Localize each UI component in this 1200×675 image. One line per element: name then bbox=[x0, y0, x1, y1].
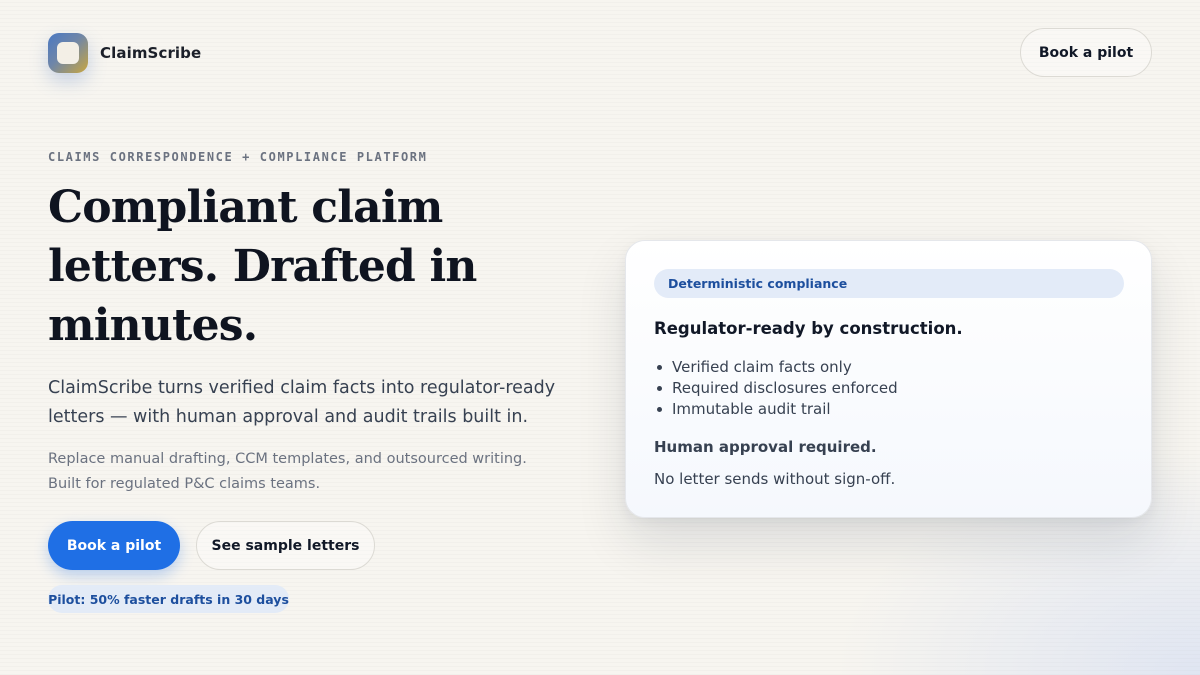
see-sample-letters-button[interactable]: See sample letters bbox=[196, 521, 375, 570]
card-feature-label: Required disclosures enforced bbox=[672, 379, 898, 397]
book-pilot-button[interactable]: Book a pilot bbox=[48, 521, 180, 570]
nav-book-pilot-button[interactable]: Book a pilot bbox=[1020, 28, 1152, 77]
pilot-stat-badge: Pilot: 50% faster drafts in 30 days bbox=[48, 585, 289, 613]
card-feature-item: Immutable audit trail bbox=[654, 399, 898, 420]
hero-eyebrow: CLAIMS CORRESPONDENCE + COMPLIANCE PLATF… bbox=[48, 150, 428, 164]
brand-logo-icon[interactable] bbox=[48, 33, 88, 73]
card-feature-item: Verified claim facts only bbox=[654, 357, 898, 378]
hero-lead: ClaimScribe turns verified claim facts i… bbox=[48, 378, 556, 427]
bullet-icon bbox=[657, 365, 662, 370]
card-feature-label: Immutable audit trail bbox=[672, 400, 831, 418]
hero-headline: Compliant claim letters. Drafted in minu… bbox=[48, 182, 477, 351]
hero-subtext-line-1: Replace manual drafting, CCM templates, … bbox=[48, 451, 527, 467]
brand-logo-inner bbox=[57, 42, 79, 64]
card-feature-label: Verified claim facts only bbox=[672, 358, 852, 376]
bullet-icon bbox=[657, 386, 662, 391]
card-feature-item: Required disclosures enforced bbox=[654, 378, 898, 399]
card-subhead: Human approval required. bbox=[654, 438, 877, 456]
card-feature-list: Verified claim facts only Required discl… bbox=[654, 357, 898, 420]
card-note: No letter sends without sign-off. bbox=[654, 470, 896, 488]
brand-name[interactable]: ClaimScribe bbox=[100, 43, 201, 63]
card-title: Regulator-ready by construction. bbox=[654, 319, 963, 338]
hero-subtext: Replace manual drafting, CCM templates, … bbox=[48, 447, 568, 497]
compliance-card: Deterministic compliance Regulator-ready… bbox=[625, 240, 1152, 518]
bullet-icon bbox=[657, 407, 662, 412]
hero-subtext-line-2: Built for regulated P&C claims teams. bbox=[48, 476, 321, 492]
card-category-pill: Deterministic compliance bbox=[654, 269, 1124, 298]
